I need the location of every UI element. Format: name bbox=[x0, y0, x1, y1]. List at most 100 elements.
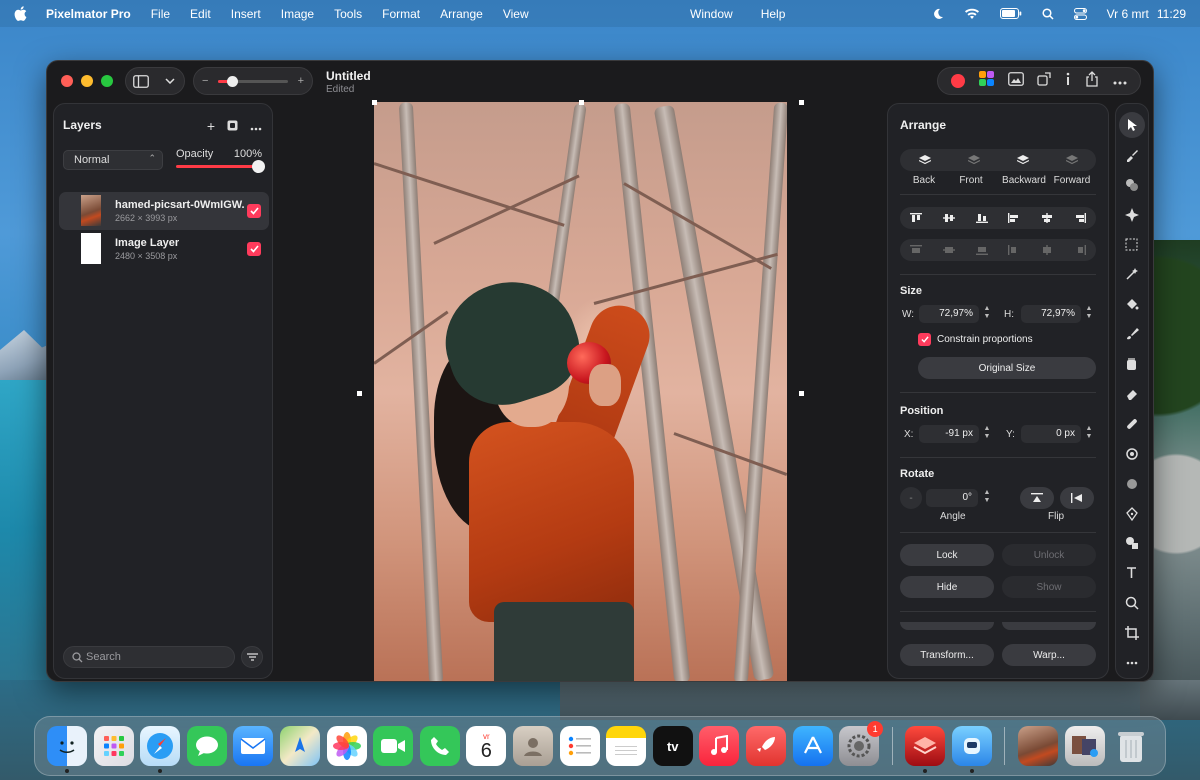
screensaver-app-icon[interactable] bbox=[951, 726, 992, 773]
arrange-tool[interactable] bbox=[1118, 110, 1146, 140]
zoom-in-icon[interactable]: + bbox=[298, 75, 304, 87]
messages-icon[interactable] bbox=[186, 726, 227, 766]
more-options-icon[interactable] bbox=[1113, 72, 1127, 90]
distribute-top-button[interactable] bbox=[900, 239, 933, 261]
mask-icon[interactable] bbox=[227, 118, 238, 134]
layer-row[interactable]: Image Layer 2480 × 3508 px bbox=[59, 230, 269, 268]
opacity-slider[interactable] bbox=[176, 165, 264, 168]
system-settings-icon[interactable]: 1 bbox=[839, 721, 884, 766]
align-left-button[interactable] bbox=[998, 207, 1031, 229]
align-top-button[interactable] bbox=[900, 207, 933, 229]
trash-icon[interactable] bbox=[1111, 726, 1151, 766]
sidebar-toggle-button[interactable] bbox=[126, 68, 155, 94]
crop-rotate-icon[interactable] bbox=[1037, 71, 1052, 91]
add-layer-icon[interactable]: + bbox=[207, 118, 215, 134]
layers-search-input[interactable]: Search bbox=[63, 646, 235, 668]
menubar-time[interactable]: 11:29 bbox=[1157, 7, 1186, 21]
align-center-button[interactable] bbox=[1031, 207, 1064, 229]
phone-icon[interactable] bbox=[419, 726, 460, 766]
rotate-dial[interactable]: - bbox=[900, 487, 922, 509]
shapes-tool[interactable] bbox=[1118, 528, 1146, 558]
layer-visibility-checkbox[interactable] bbox=[247, 204, 261, 218]
info-icon[interactable] bbox=[1065, 72, 1071, 91]
apple-tv-icon[interactable]: tv bbox=[652, 726, 693, 766]
facetime-icon[interactable] bbox=[373, 726, 414, 766]
paint-tool[interactable] bbox=[1118, 319, 1146, 349]
wifi-icon[interactable] bbox=[964, 8, 980, 20]
distribute-center-button[interactable] bbox=[1031, 239, 1064, 261]
menu-view[interactable]: View bbox=[503, 7, 529, 21]
layer-row[interactable]: hamed-picsart-0WmIGW... 2662 × 3993 px bbox=[59, 192, 269, 230]
lock-button[interactable]: Lock bbox=[900, 544, 994, 566]
show-button[interactable]: Show bbox=[1002, 576, 1096, 598]
battery-icon[interactable] bbox=[999, 8, 1022, 19]
zoom-slider[interactable] bbox=[218, 75, 288, 87]
bring-backward-button[interactable] bbox=[998, 149, 1047, 171]
fill-tool[interactable] bbox=[1118, 349, 1146, 379]
distribute-bottom-button[interactable] bbox=[965, 239, 998, 261]
menu-arrange[interactable]: Arrange bbox=[440, 7, 483, 21]
canvas-area[interactable] bbox=[277, 100, 885, 681]
retouch-tool[interactable] bbox=[1118, 409, 1146, 439]
close-window-button[interactable] bbox=[61, 75, 73, 87]
finder-icon[interactable] bbox=[47, 726, 87, 773]
menu-tools[interactable]: Tools bbox=[334, 7, 362, 21]
menu-edit[interactable]: Edit bbox=[190, 7, 211, 21]
app-store-icon[interactable] bbox=[792, 726, 833, 766]
menu-format[interactable]: Format bbox=[382, 7, 420, 21]
style-tool[interactable] bbox=[1118, 140, 1146, 170]
canvas-image[interactable] bbox=[374, 102, 787, 681]
transform-button[interactable]: Transform... bbox=[900, 644, 994, 666]
photos-icon[interactable] bbox=[326, 726, 367, 766]
resize-handle[interactable] bbox=[579, 100, 584, 105]
rocket-app-icon[interactable] bbox=[745, 726, 786, 766]
menu-insert[interactable]: Insert bbox=[231, 7, 261, 21]
light-tool[interactable] bbox=[1118, 469, 1146, 499]
menu-window[interactable]: Window bbox=[690, 7, 733, 21]
launchpad-icon[interactable] bbox=[93, 726, 134, 766]
pen-tool[interactable] bbox=[1118, 499, 1146, 529]
presets-icon[interactable] bbox=[978, 71, 994, 91]
more-tools[interactable] bbox=[1118, 648, 1146, 678]
warp-button[interactable]: Warp... bbox=[1002, 644, 1096, 666]
bring-front-button[interactable] bbox=[949, 149, 998, 171]
align-right-button[interactable] bbox=[1063, 207, 1096, 229]
control-center-icon[interactable] bbox=[1073, 7, 1087, 20]
quick-select-tool[interactable] bbox=[1118, 259, 1146, 289]
layers-more-icon[interactable] bbox=[250, 118, 262, 134]
mail-icon[interactable] bbox=[233, 726, 274, 766]
menu-image[interactable]: Image bbox=[281, 7, 314, 21]
opacity-slider-knob[interactable] bbox=[252, 160, 265, 173]
spotlight-search-icon[interactable] bbox=[1042, 7, 1054, 20]
apple-menu-icon[interactable] bbox=[14, 6, 28, 21]
downloads-stack-icon[interactable] bbox=[1064, 726, 1105, 766]
bring-forward-button[interactable] bbox=[1047, 149, 1096, 171]
flip-vertical-button[interactable] bbox=[1020, 487, 1054, 509]
notes-icon[interactable] bbox=[606, 726, 647, 766]
calendar-icon[interactable]: vr 6 bbox=[466, 726, 507, 766]
zoom-out-icon[interactable]: − bbox=[202, 75, 208, 87]
effects-tool[interactable] bbox=[1118, 170, 1146, 200]
resize-handle[interactable] bbox=[372, 100, 377, 105]
clone-tool[interactable] bbox=[1118, 439, 1146, 469]
zoom-tool[interactable] bbox=[1118, 588, 1146, 618]
focus-moon-icon[interactable] bbox=[932, 8, 944, 20]
align-bottom-button[interactable] bbox=[965, 207, 998, 229]
menu-file[interactable]: File bbox=[151, 7, 170, 21]
adjustments-icon[interactable] bbox=[1007, 71, 1024, 91]
angle-stepper[interactable]: ▲ ▼ bbox=[982, 489, 992, 507]
y-stepper[interactable]: ▲ ▼ bbox=[1084, 425, 1094, 443]
zoom-window-button[interactable] bbox=[101, 75, 113, 87]
color-select-tool[interactable] bbox=[1118, 289, 1146, 319]
resize-handle[interactable] bbox=[799, 391, 804, 396]
zoom-slider-knob[interactable] bbox=[227, 75, 238, 87]
blend-mode-select[interactable]: Normal ⌃ bbox=[63, 150, 163, 170]
menubar-date[interactable]: Vr 6 mrt bbox=[1107, 7, 1149, 21]
align-middle-button[interactable] bbox=[933, 207, 966, 229]
contacts-icon[interactable] bbox=[512, 726, 553, 766]
safari-icon[interactable] bbox=[140, 726, 181, 773]
x-position-field[interactable]: -91 px bbox=[919, 425, 979, 443]
original-size-button[interactable]: Original Size bbox=[918, 357, 1096, 379]
crop-tool[interactable] bbox=[1118, 618, 1146, 648]
document-title[interactable]: Untitled Edited bbox=[326, 69, 371, 95]
